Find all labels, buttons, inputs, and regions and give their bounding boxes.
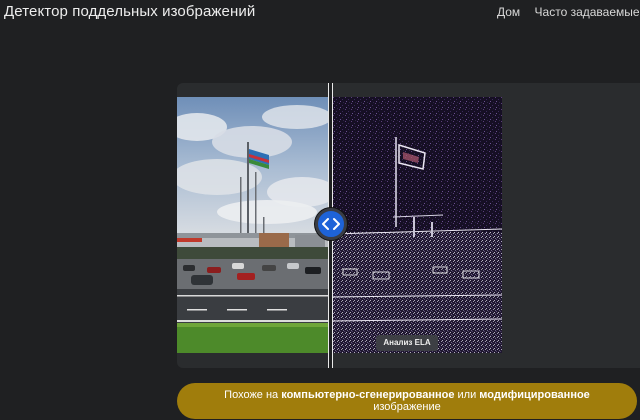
code-arrows-icon: [322, 218, 340, 230]
top-bar: Детектор поддельных изображений Дом Част…: [0, 0, 640, 26]
verdict-suffix: изображение: [373, 401, 441, 413]
verdict-middle: или: [454, 389, 480, 401]
nav-faq-link[interactable]: Часто задаваемые в: [535, 5, 640, 19]
verdict-prefix: Похоже на: [224, 389, 282, 401]
ela-analysis-image: [333, 97, 502, 353]
original-photo: [177, 97, 328, 353]
top-nav: Дом Часто задаваемые в: [497, 5, 640, 19]
app-title: Детектор поддельных изображений: [4, 3, 256, 20]
verdict-term-modified: модифицированное: [479, 389, 590, 401]
verdict-banner: Похоже на компьютерно-сгенерированное ил…: [177, 383, 637, 419]
nav-home-link[interactable]: Дом: [497, 5, 520, 19]
comparison-slider-handle[interactable]: [315, 208, 347, 240]
ela-label-badge: Анализ ELA: [376, 335, 438, 351]
verdict-term-computer-generated: компьютерно-сгенерированное: [281, 389, 455, 401]
